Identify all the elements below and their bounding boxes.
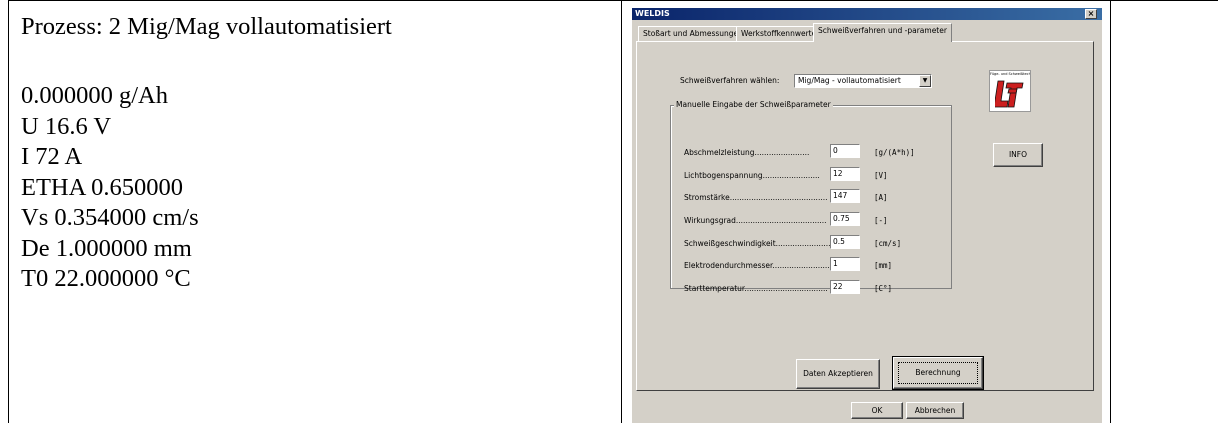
- window-title: WELDIS: [635, 9, 670, 18]
- table-column-divider-right: [1110, 0, 1111, 423]
- param-label-elektrodendurchmesser: Elektrodendurchmesser...................…: [684, 261, 837, 270]
- logo-caption: Füge- und Schweißtechnik: [990, 72, 1030, 76]
- diameter-line: De 1.000000 mm: [21, 234, 192, 262]
- lft-logo-icon: [995, 80, 1024, 108]
- table-left-border: [8, 0, 9, 423]
- param-label-lichtbogenspannung: Lichtbogenspannung......................…: [684, 171, 820, 180]
- param-input-starttemperatur[interactable]: 22: [830, 280, 860, 294]
- efficiency-line: ETHA 0.650000: [21, 173, 183, 201]
- param-unit-stromstaerke: [A]: [874, 193, 888, 202]
- calculate-button[interactable]: Berechnung: [892, 356, 984, 390]
- param-label-schweissgeschwindigkeit: Schweißgeschwindigkeit..................…: [684, 239, 833, 248]
- param-input-abschmelzleistung[interactable]: 0: [830, 144, 860, 158]
- current-line: I 72 A: [21, 143, 83, 170]
- param-input-stromstaerke[interactable]: 147: [830, 189, 860, 203]
- param-unit-starttemperatur: [C°]: [874, 284, 893, 293]
- table-top-border: [8, 0, 1218, 1]
- process-select-value: Mig/Mag - vollautomatisiert: [798, 76, 901, 85]
- table-column-divider: [621, 0, 622, 423]
- weldis-window: WELDIS × Stoßart und Abmessungen Werksto…: [632, 8, 1102, 423]
- param-unit-schweissgeschwindigkeit: [cm/s]: [874, 239, 902, 248]
- param-input-schweissgeschwindigkeit[interactable]: 0.5: [830, 235, 860, 249]
- process-select-label: Schweißverfahren wählen:: [680, 76, 780, 85]
- close-icon: ×: [1087, 9, 1095, 18]
- cancel-button[interactable]: Abbrechen: [906, 402, 964, 419]
- param-label-abschmelzleistung: Abschmelzleistung.......................: [684, 148, 810, 157]
- param-unit-abschmelzleistung: [g/(A*h)]: [874, 148, 915, 157]
- deposition-rate-line: 0.000000 g/Ah: [21, 82, 168, 109]
- param-input-lichtbogenspannung[interactable]: 12: [830, 167, 860, 181]
- tab-stossart[interactable]: Stoßart und Abmessungen: [638, 26, 748, 41]
- process-output-text: Prozess: 2 Mig/Mag vollautomatisiert 0.0…: [21, 12, 611, 295]
- param-input-wirkungsgrad[interactable]: 0.75: [830, 212, 860, 226]
- focus-rectangle: [898, 362, 978, 384]
- voltage-line: U 16.6 V: [21, 112, 112, 140]
- tab-schweissverfahren[interactable]: Schweißverfahren und -parameter: [813, 23, 952, 42]
- manual-params-title: Manuelle Eingabe der Schweißparameter: [674, 100, 833, 110]
- param-label-wirkungsgrad: Wirkungsgrad............................…: [684, 216, 827, 225]
- process-select[interactable]: Mig/Mag - vollautomatisiert ▼: [794, 74, 932, 88]
- info-button[interactable]: INFO: [993, 143, 1043, 167]
- ok-button[interactable]: OK: [851, 402, 903, 419]
- param-unit-elektrodendurchmesser: [mm]: [874, 261, 893, 270]
- param-input-elektrodendurchmesser[interactable]: 1: [830, 257, 860, 271]
- clipped-header-text: Prozess: 2: [21, 0, 121, 8]
- param-unit-wirkungsgrad: [-]: [874, 216, 888, 225]
- lft-logo: Füge- und Schweißtechnik: [989, 70, 1031, 112]
- start-temperature-line: T0 22.000000 °C: [21, 265, 191, 292]
- chevron-down-icon[interactable]: ▼: [919, 75, 931, 87]
- process-line: Prozess: 2 Mig/Mag vollautomatisiert: [21, 13, 392, 40]
- title-bar[interactable]: WELDIS ×: [632, 8, 1102, 20]
- close-button[interactable]: ×: [1085, 9, 1097, 19]
- tab-werkstoffkennwerte[interactable]: Werkstoffkennwerte: [736, 26, 822, 41]
- accept-data-button[interactable]: Daten Akzeptieren: [796, 359, 880, 389]
- param-unit-lichtbogenspannung: [V]: [874, 171, 888, 180]
- param-label-stromstaerke: Stromstärke.............................…: [684, 193, 828, 202]
- param-label-starttemperatur: Starttemperatur.........................…: [684, 284, 828, 293]
- speed-line: Vs 0.354000 cm/s: [21, 204, 199, 231]
